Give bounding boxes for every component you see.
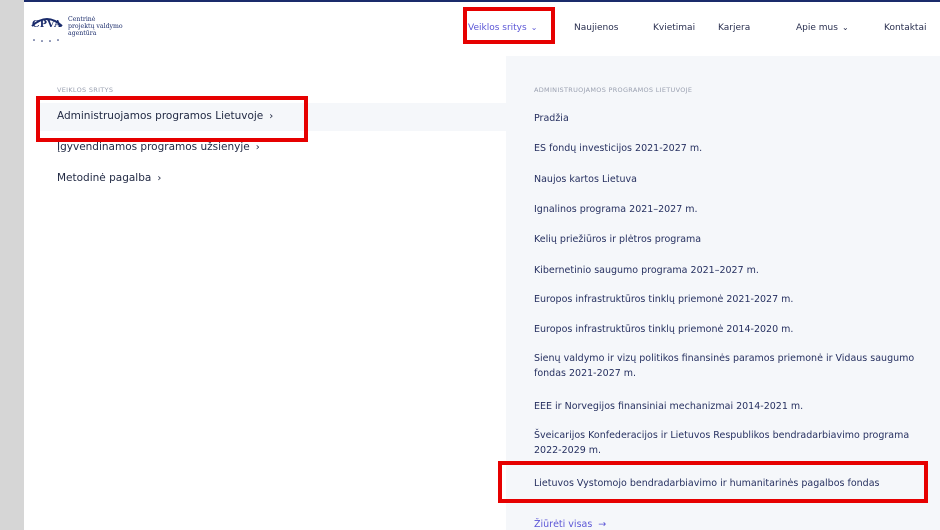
- view-all-label: Žiūrėti visas: [534, 519, 593, 530]
- nav-item-label: Naujienos: [574, 23, 619, 33]
- view-all-link[interactable]: Žiūrėti visas →: [534, 517, 934, 530]
- highlight-box-left-item: [36, 96, 308, 142]
- section-label-veiklos-sritys: VEIKLOS SRITYS: [57, 86, 114, 94]
- menu-item-label: Metodinė pagalba: [57, 172, 152, 184]
- nav-item-kontaktai[interactable]: Kontaktai: [884, 23, 926, 33]
- menu-left-column: VEIKLOS SRITYS Administruojamos programo…: [24, 56, 506, 530]
- submenu-item-sveicarijos-programa[interactable]: Šveicarijos Konfederacijos ir Lietuvos R…: [534, 428, 934, 458]
- highlight-box-nav: [463, 7, 555, 44]
- submenu-item-sienu-valdymo[interactable]: Sienų valdymo ir vizų politikos finansin…: [534, 351, 934, 381]
- arrow-right-icon: →: [598, 519, 607, 530]
- highlight-box-right-item: [498, 461, 928, 503]
- submenu-item-eitp-2021-2027[interactable]: Europos infrastruktūros tinklų priemonė …: [534, 292, 934, 307]
- nav-item-label: Karjera: [718, 23, 751, 33]
- menu-item-igyvendinamos-programos[interactable]: Įgyvendinamos programos užsienyje ›: [57, 141, 260, 153]
- menu-right-column: ADMINISTRUOJAMOS PROGRAMOS LIETUVOJE Pra…: [506, 56, 940, 530]
- mega-menu-dropdown: VEIKLOS SRITYS Administruojamos programo…: [24, 56, 940, 530]
- nav-item-karjera[interactable]: Karjera: [718, 23, 750, 33]
- menu-item-metodine-pagalba[interactable]: Metodinė pagalba ›: [57, 172, 161, 184]
- left-gutter: [0, 0, 24, 530]
- nav-item-apie-mus[interactable]: Apie mus ⌄: [796, 23, 849, 33]
- submenu-item-naujos-kartos-lietuva[interactable]: Naujos kartos Lietuva: [534, 172, 934, 187]
- nav-item-label: Kvietimai: [653, 23, 696, 33]
- chevron-right-icon: ›: [157, 173, 162, 184]
- chevron-right-icon: ›: [255, 142, 260, 153]
- submenu-item-kibernetinio-saugumo[interactable]: Kibernetinio saugumo programa 2021–2027 …: [534, 263, 934, 278]
- submenu-item-eee-norvegijos[interactable]: EEE ir Norvegijos finansiniai mechanizma…: [534, 399, 934, 414]
- nav-item-naujienos[interactable]: Naujienos: [574, 23, 618, 33]
- section-label-administruojamos: ADMINISTRUOJAMOS PROGRAMOS LIETUVOJE: [534, 86, 693, 94]
- submenu-item-keliu-prieziuros[interactable]: Kelių priežiūros ir plėtros programa: [534, 232, 934, 247]
- chevron-down-icon: ⌄: [841, 23, 849, 32]
- submenu-item-eitp-2014-2020[interactable]: Europos infrastruktūros tinklų priemonė …: [534, 322, 934, 337]
- submenu-item-pradzia[interactable]: Pradžia: [534, 111, 934, 126]
- submenu-item-es-fondu-investicijos[interactable]: ES fondų investicijos 2021-2027 m.: [534, 141, 934, 156]
- page-frame: CPVA Centrinė projektų valdymo agentūra …: [24, 0, 940, 530]
- submenu-item-ignalinos-programa[interactable]: Ignalinos programa 2021–2027 m.: [534, 202, 934, 217]
- nav-item-label: Kontaktai: [884, 23, 927, 33]
- site-header: CPVA Centrinė projektų valdymo agentūra …: [24, 0, 940, 57]
- menu-item-label: Įgyvendinamos programos užsienyje: [57, 141, 250, 153]
- nav-item-label: Apie mus: [796, 23, 838, 33]
- nav-item-kvietimai[interactable]: Kvietimai: [653, 23, 695, 33]
